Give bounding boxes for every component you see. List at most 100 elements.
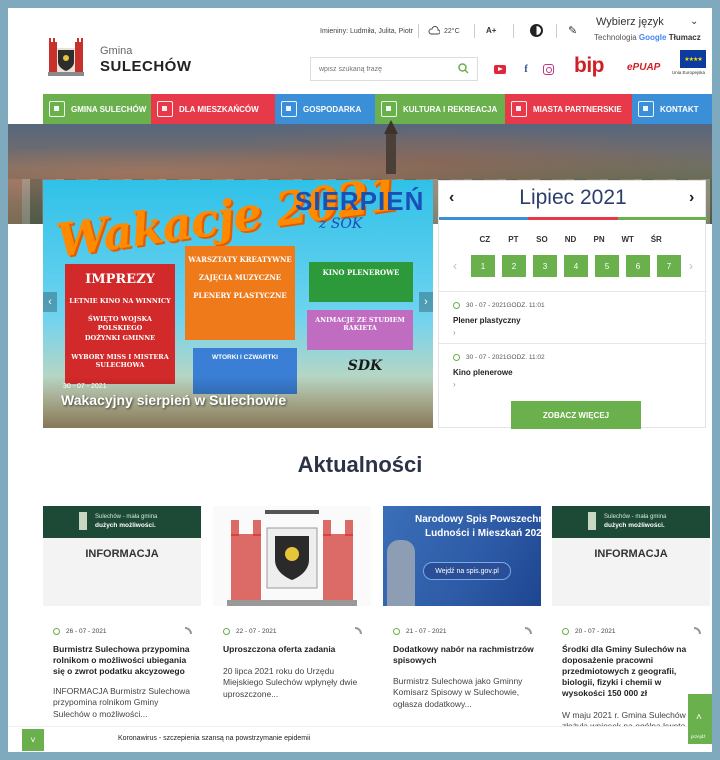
calendar-event[interactable]: 30 - 07 - 2021GODZ. 11:01 Plener plastyc… [439, 291, 707, 343]
clock-icon [562, 628, 569, 635]
calendar-day-cell[interactable]: 4 [564, 255, 588, 277]
rss-icon [694, 627, 701, 634]
news-date-text: 21 - 07 - 2021 [406, 628, 447, 636]
calendar-day-cell[interactable]: 7 [657, 255, 681, 277]
nav-label: KULTURA I REKREACJA [403, 104, 498, 114]
news-headline[interactable]: Burmistrz Sulechowa przypomina rolnikom … [53, 644, 197, 677]
news-date: 20 - 07 - 2021 [562, 628, 615, 635]
slide-caption[interactable]: Wakacyjny sierpień w Sulechowie [61, 392, 286, 408]
eu-flag-icon[interactable]: ★★★★ [680, 50, 706, 68]
calendar-day-cell[interactable]: 5 [595, 255, 619, 277]
nav-item-gospodarka[interactable]: GOSPODARKA [275, 94, 375, 124]
chevron-right-icon[interactable]: › [453, 380, 456, 389]
facebook-icon[interactable]: f [518, 61, 534, 77]
news-headline[interactable]: Uproszczona oferta zadania [223, 644, 367, 655]
clock-icon [453, 354, 460, 361]
nav-item-gmina[interactable]: GMINA SULECHÓW [43, 94, 151, 124]
calendar-next-button[interactable]: › [689, 189, 694, 207]
slider-next-button[interactable]: › [419, 292, 433, 312]
slide-date: 30 - 07 - 2021 [63, 383, 107, 390]
wrench-icon[interactable]: ✎ [568, 24, 577, 37]
nav-item-mieszkancy[interactable]: DLA MIESZKAŃCÓW [151, 94, 275, 124]
epuap-logo[interactable]: ePUAP [627, 62, 660, 73]
translate-prefix: Technologia [594, 33, 639, 42]
weekday-label: ŚR [650, 235, 662, 244]
imprezy-line: DOŻYNKI GMINNE [84, 334, 156, 343]
divider [556, 24, 557, 38]
nav-label: GMINA SULECHÓW [71, 104, 147, 114]
chevron-right-icon[interactable]: › [453, 328, 456, 337]
language-select[interactable]: Wybierz język [596, 16, 700, 28]
tower-icon [588, 512, 596, 530]
weekday-label: CZ [479, 235, 491, 244]
see-more-button[interactable]: ZOBACZ WIĘCEJ [511, 401, 641, 429]
chevron-down-icon[interactable]: ˅ [22, 729, 44, 751]
divider [474, 24, 475, 38]
news-image[interactable]: Narodowy Spis Powszechny Ludności i Mies… [383, 506, 541, 606]
news-image[interactable]: Sulechów - mała gmina dużych możliwości.… [43, 506, 201, 606]
news-headline[interactable]: Dodatkowy nabór na rachmistrzów spisowyc… [393, 644, 537, 666]
imprezy-label: IMPREZY [85, 272, 155, 287]
info-banner: Sulechów - mała gmina dużych możliwości. [552, 506, 710, 538]
event-date-text: 30 - 07 - 2021GODZ. 11:01 [466, 302, 545, 310]
search-icon[interactable] [458, 63, 469, 74]
header: Gmina SULECHÓW Imieniny: Ludmiła, Julita… [8, 8, 712, 92]
warsztaty-line: WARSZTATY KREATYWNE [188, 255, 292, 264]
news-date-text: 20 - 07 - 2021 [575, 628, 616, 636]
nav-item-kontakt[interactable]: KONTAKT [632, 94, 712, 124]
font-size-button[interactable]: A+ [486, 26, 496, 35]
news-headline[interactable]: Środki dla Gminy Sulechów na doposażenie… [562, 644, 706, 699]
news-card[interactable]: Narodowy Spis Powszechny Ludności i Mies… [383, 506, 541, 726]
nav-item-miasta[interactable]: MIASTA PARTNERSKIE [505, 94, 632, 124]
imprezy-line: WYBORY MISS I MISTERA SULECHOWA [71, 352, 169, 370]
warsztaty-line: PLENERY PLASTYCZNE [193, 290, 287, 300]
divider [418, 24, 419, 38]
slider-prev-button[interactable]: ‹ [43, 292, 57, 312]
sulechow-crest-image [213, 506, 371, 606]
news-excerpt: 20 lipca 2021 roku do Urzędu Miejskiego … [223, 666, 358, 699]
news-image[interactable] [213, 506, 371, 606]
contact-icon [638, 101, 654, 117]
sulechow-crest-logo[interactable] [46, 32, 86, 78]
scroll-up-button[interactable]: ˄ przejdź [688, 694, 712, 744]
rss-icon [185, 627, 192, 634]
calendar-day-cell[interactable]: 2 [502, 255, 526, 277]
bip-logo[interactable]: bip [574, 54, 605, 78]
news-date: 22 - 07 - 2021 [223, 628, 276, 635]
stripe [617, 217, 707, 220]
census-link-button[interactable]: Wejdź na spis.gov.pl [423, 562, 511, 580]
page: Gmina SULECHÓW Imieniny: Ludmiła, Julita… [8, 8, 712, 752]
news-image[interactable]: Sulechów - mała gmina dużych możliwości.… [552, 506, 710, 606]
instagram-icon[interactable] [540, 61, 556, 77]
clock-icon [453, 302, 460, 309]
calendar-days-next-icon[interactable]: › [689, 259, 693, 273]
calendar-day-cell[interactable]: 1 [471, 255, 495, 277]
news-card[interactable]: 22 - 07 - 2021 Uproszczona oferta zadani… [213, 506, 371, 726]
hero-slider[interactable]: Wakacje 2021 SIERPIEŃ z SOK IMPREZY LETN… [43, 180, 433, 428]
info-banner-line: dużych możliwości. [95, 522, 156, 529]
calendar-days-prev-icon[interactable]: ‹ [453, 259, 457, 273]
info-banner-line: dużych możliwości. [604, 522, 665, 529]
clock-icon [393, 628, 400, 635]
calendar-month-title: Lipiec 2021 [519, 186, 627, 209]
calendar-day-cell[interactable]: 3 [533, 255, 557, 277]
weekday-label: PN [593, 235, 605, 244]
stripe [528, 217, 618, 220]
youtube-icon[interactable] [492, 61, 508, 77]
divider [513, 24, 514, 38]
event-title[interactable]: Plener plastyczny [453, 316, 521, 325]
event-date-text: 30 - 07 - 2021GODZ. 11:02 [466, 354, 545, 362]
announcement-text[interactable]: Koronawirus - szczepienia szansą na pows… [118, 735, 310, 742]
slide-month: SIERPIEŃ [295, 186, 425, 216]
calendar-event[interactable]: 30 - 07 - 2021GODZ. 11:02 Kino plenerowe… [439, 343, 707, 395]
event-title[interactable]: Kino plenerowe [453, 368, 513, 377]
gmina-name[interactable]: SULECHÓW [100, 58, 192, 75]
contrast-icon[interactable] [530, 24, 543, 37]
search-input[interactable] [311, 58, 451, 80]
slide-sok: z SOK [319, 216, 363, 232]
news-card[interactable]: Sulechów - mała gmina dużych możliwości.… [43, 506, 201, 726]
chevron-down-icon[interactable]: ⌄ [690, 16, 698, 27]
news-card[interactable]: Sulechów - mała gmina dużych możliwości.… [552, 506, 710, 731]
imprezy-box: IMPREZY LETNIE KINO NA WINNICY ŚWIĘTO WO… [65, 264, 175, 384]
calendar-day-cell[interactable]: 6 [626, 255, 650, 277]
